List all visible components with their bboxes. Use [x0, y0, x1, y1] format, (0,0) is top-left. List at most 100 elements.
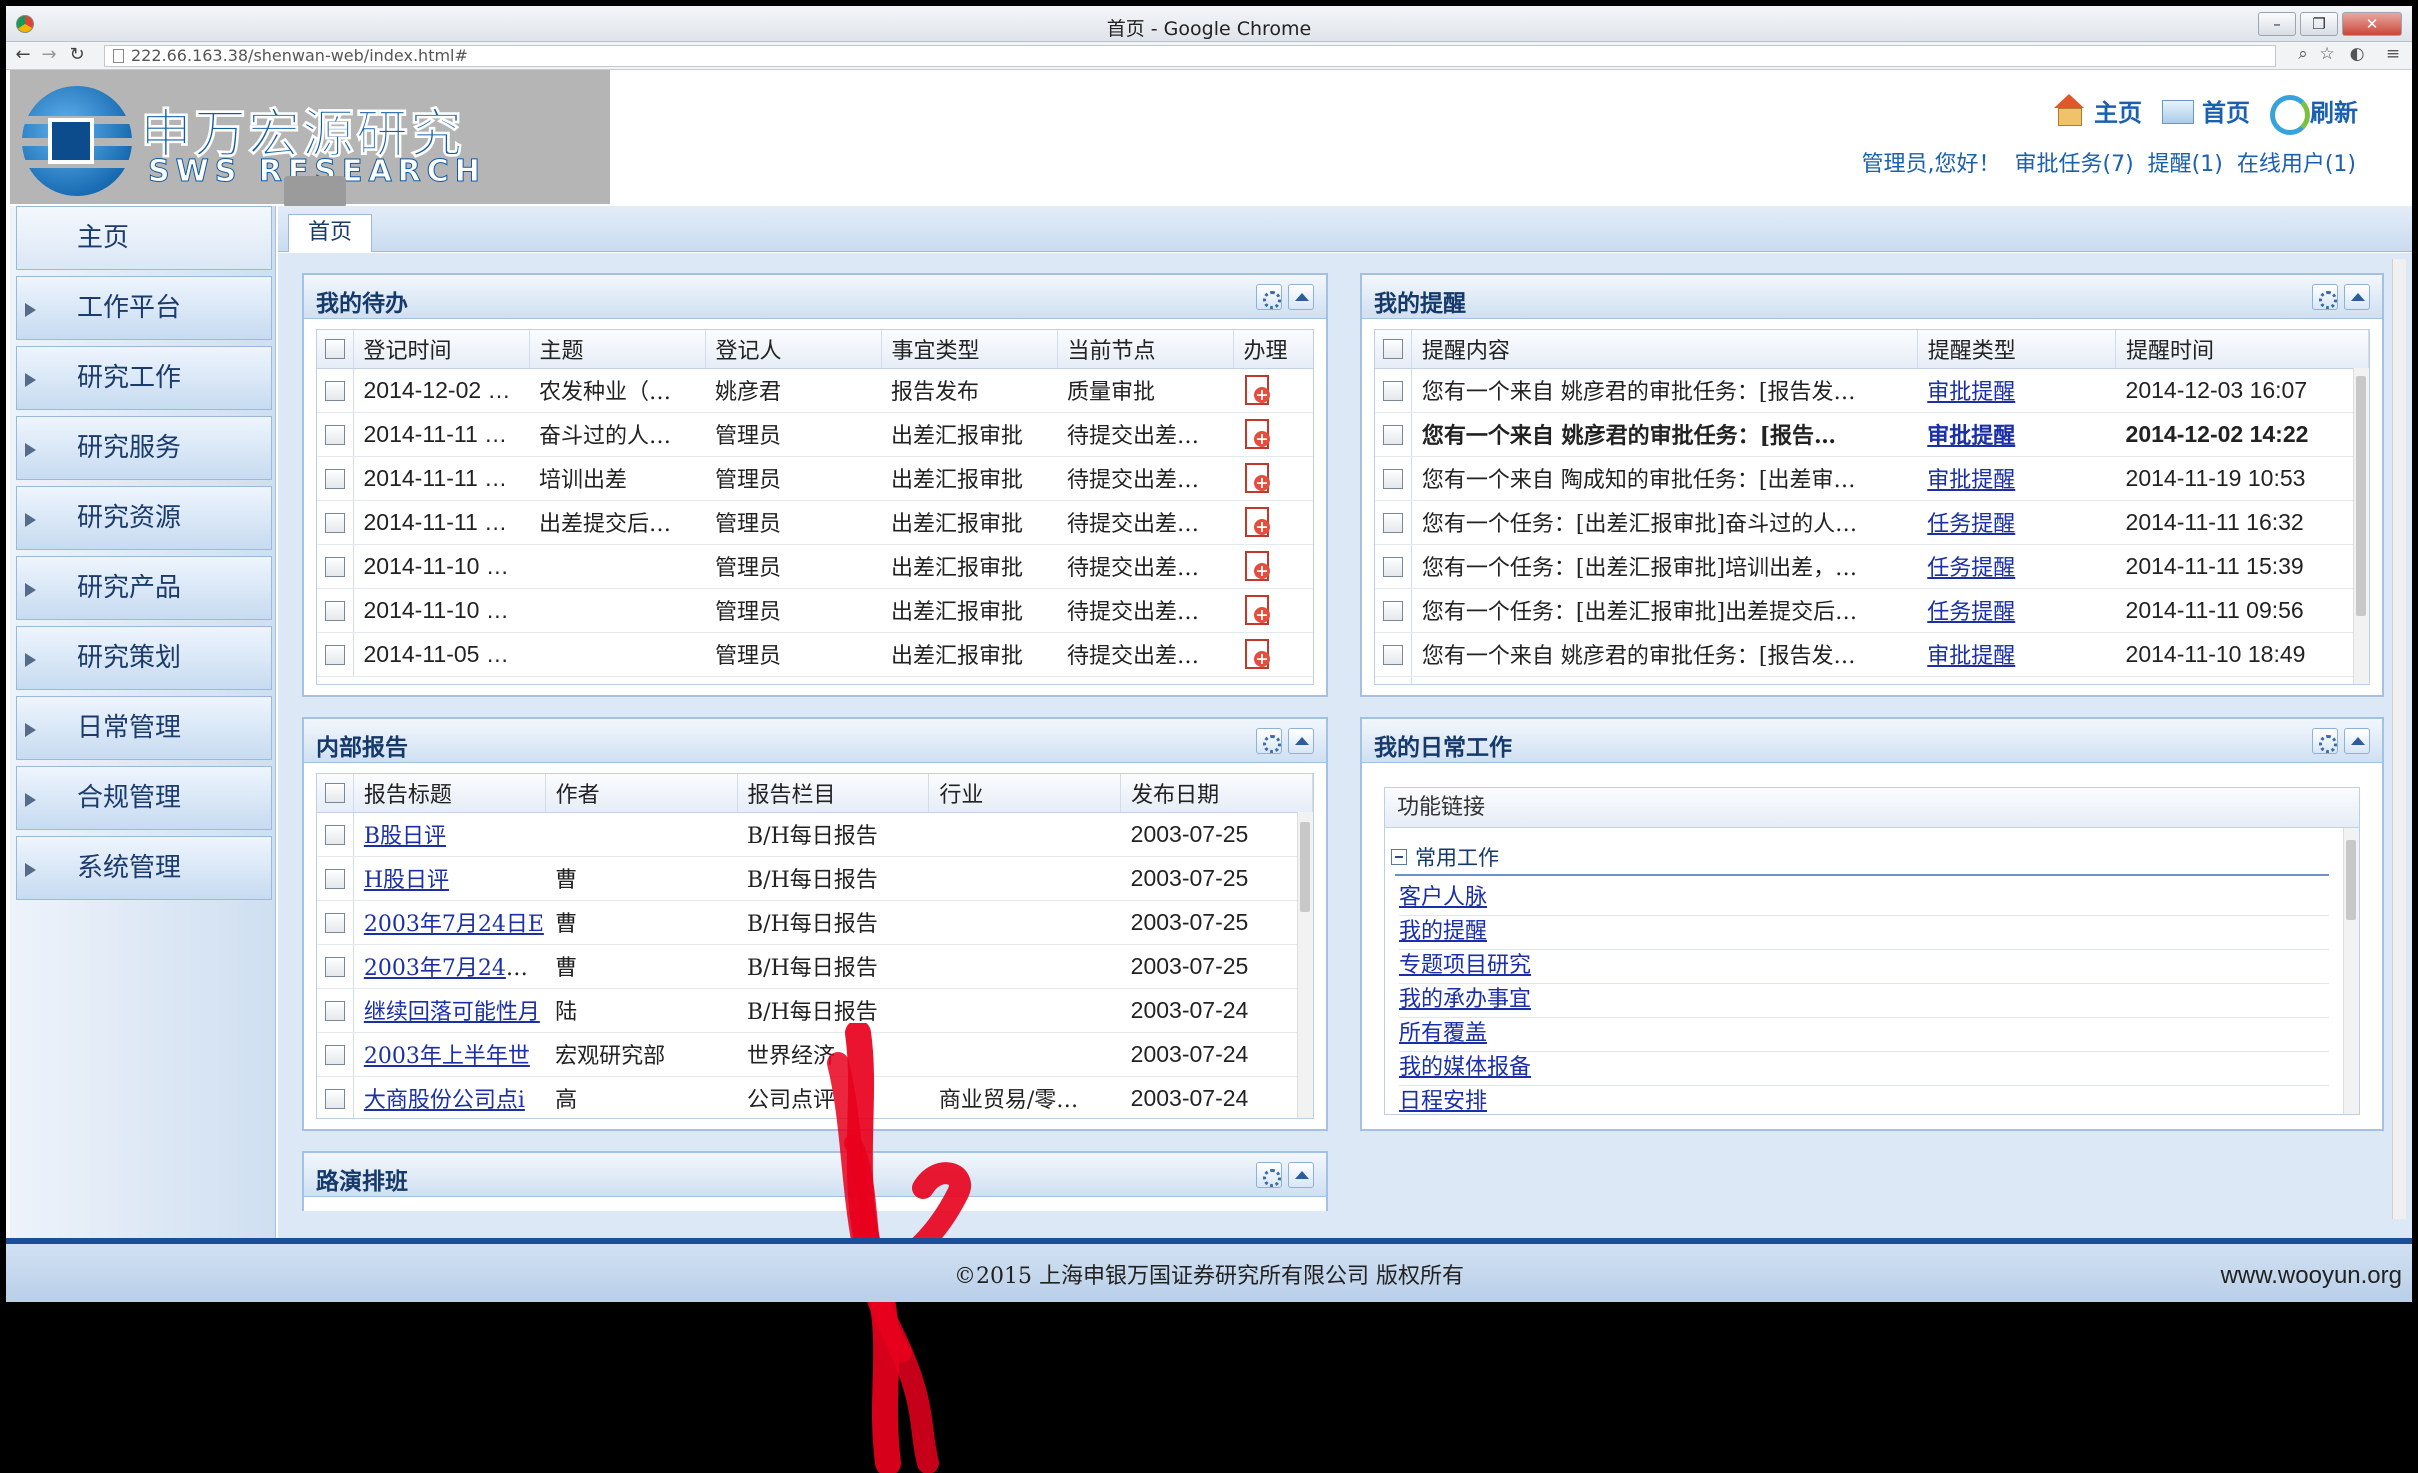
- sidebar-item-research-planning[interactable]: 研究策划: [16, 626, 272, 690]
- row-checkbox[interactable]: [317, 812, 354, 857]
- table-row[interactable]: 您有一个来自 姚彦君的审批任务：[报告发… 审批提醒 2014-12-03 16:0…: [1375, 368, 2369, 413]
- handle-document-icon[interactable]: [1243, 507, 1271, 537]
- row-checkbox[interactable]: [317, 856, 354, 901]
- checkbox[interactable]: [324, 956, 345, 977]
- table-row[interactable]: 您有一个来自 姚彦君的审批任务：[报告发…审批提醒2014-11-10 18:3…: [1375, 676, 2369, 684]
- firstpage-link[interactable]: 首页: [2160, 93, 2250, 128]
- row-checkbox[interactable]: [317, 544, 354, 589]
- column-header[interactable]: 提醒类型: [1917, 330, 2117, 369]
- table-row[interactable]: 2003年7月24日H 曹 B/H每日报告 2003-07-25: [317, 944, 1313, 989]
- reload-icon[interactable]: ↻: [66, 44, 88, 65]
- reminder-type-link[interactable]: 审批提醒: [1927, 380, 2015, 405]
- collapse-icon[interactable]: [1288, 728, 1314, 754]
- checkbox[interactable]: [324, 912, 345, 933]
- table-row[interactable]: 2014-11-11 … 出差提交后… 管理员 出差汇报审批 待提交出差…: [317, 500, 1313, 545]
- table-row[interactable]: 2014-11-11 … 奋斗过的人… 管理员 出差汇报审批 待提交出差…: [317, 412, 1313, 457]
- column-header[interactable]: 提醒内容: [1411, 330, 1918, 369]
- function-link[interactable]: 客户人脉: [1399, 885, 1487, 910]
- row-checkbox[interactable]: [317, 944, 354, 989]
- checkbox[interactable]: [1382, 425, 1403, 445]
- function-link[interactable]: 我的媒体报备: [1399, 1055, 1531, 1080]
- sidebar-item-compliance[interactable]: 合规管理: [16, 766, 272, 830]
- row-checkbox[interactable]: [317, 456, 354, 501]
- sidebar-item-system[interactable]: 系统管理: [16, 836, 272, 900]
- report-title-link[interactable]: 2003年7月24日E: [364, 912, 544, 937]
- row-checkbox[interactable]: [1375, 412, 1412, 457]
- checkbox[interactable]: [324, 1044, 345, 1065]
- scrollbar[interactable]: [2343, 828, 2359, 1114]
- handle-document-icon[interactable]: [1243, 419, 1271, 449]
- checkbox[interactable]: [324, 468, 345, 489]
- reminder-type-link[interactable]: 审批提醒: [1927, 423, 2015, 449]
- column-header[interactable]: 提醒时间: [2115, 330, 2369, 369]
- checkbox[interactable]: [1382, 380, 1403, 401]
- collapse-icon[interactable]: [1288, 1162, 1314, 1188]
- gear-icon[interactable]: [2312, 728, 2338, 754]
- gear-icon[interactable]: [1256, 284, 1282, 310]
- table-row[interactable]: H股日评 曹 B/H每日报告 2003-07-25: [317, 856, 1313, 901]
- reminder-type-link[interactable]: 任务提醒: [1927, 600, 2015, 625]
- handle-document-icon[interactable]: [1243, 551, 1271, 581]
- sidebar-item-research-service[interactable]: 研究服务: [16, 416, 272, 480]
- address-bar[interactable]: 222.66.163.38/shenwan-web/index.html#: [104, 45, 2276, 67]
- menu-icon[interactable]: ≡: [2382, 44, 2404, 64]
- report-title-link[interactable]: 2003年7月24日H: [364, 956, 545, 981]
- table-row[interactable]: 您有一个来自 姚彦君的审批任务：[报告发… 审批提醒 2014-11-10 18:4…: [1375, 632, 2369, 677]
- checkbox[interactable]: [324, 380, 345, 401]
- row-checkbox[interactable]: [1375, 456, 1412, 501]
- table-row[interactable]: 2014-11-10 … 管理员 出差汇报审批 待提交出差…: [317, 544, 1313, 589]
- column-header[interactable]: 报告标题: [353, 774, 546, 813]
- table-row[interactable]: 您有一个任务：[出差汇报审批]奋斗过的人… 任务提醒 2014-11-11 16:3…: [1375, 500, 2369, 545]
- checkbox[interactable]: [324, 868, 345, 889]
- select-all-checkbox[interactable]: [317, 330, 354, 369]
- table-row[interactable]: 您有一个任务：[出差汇报审批]出差提交后… 任务提醒 2014-11-11 09:5…: [1375, 588, 2369, 633]
- checkbox[interactable]: [324, 512, 345, 533]
- collapse-minus-icon[interactable]: [1391, 849, 1407, 865]
- function-link[interactable]: 我的承办事宜: [1399, 987, 1531, 1012]
- gear-icon[interactable]: [1256, 728, 1282, 754]
- reminder-type-link[interactable]: 任务提醒: [1927, 512, 2015, 537]
- table-row[interactable]: 2014-11-11 … 培训出差 管理员 出差汇报审批 待提交出差…: [317, 456, 1313, 501]
- zoom-icon[interactable]: ⌕: [2292, 44, 2314, 64]
- handle-document-icon[interactable]: [1243, 375, 1271, 405]
- row-checkbox[interactable]: [317, 368, 354, 413]
- approve-tasks-link[interactable]: 审批任务(7): [2014, 146, 2133, 178]
- page-scrollbar[interactable]: [2392, 259, 2406, 1219]
- home-link[interactable]: 主页: [2052, 93, 2142, 128]
- table-row[interactable]: 2003年7月24日E 曹 B/H每日报告 2003-07-25: [317, 900, 1313, 945]
- column-header[interactable]: 报告栏目: [737, 774, 930, 813]
- row-checkbox[interactable]: [1375, 368, 1412, 413]
- row-checkbox[interactable]: [317, 500, 354, 545]
- sidebar-item-research-work[interactable]: 研究工作: [16, 346, 272, 410]
- column-header[interactable]: 作者: [545, 774, 738, 813]
- row-checkbox[interactable]: [317, 1076, 354, 1118]
- logo[interactable]: 申万宏源研究 SWS RESEARCH: [10, 70, 610, 208]
- report-title-link[interactable]: 继续回落可能性月: [364, 1000, 540, 1025]
- checkbox[interactable]: [324, 556, 345, 577]
- table-row[interactable]: 您有一个任务：[出差汇报审批]培训出差，… 任务提醒 2014-11-11 15:3…: [1375, 544, 2369, 589]
- minimize-button[interactable]: –: [2258, 12, 2296, 36]
- row-checkbox[interactable]: [317, 988, 354, 1033]
- table-row[interactable]: 大商股份公司点i 高公司点评 商业贸易/零… 2003-07-24: [317, 1076, 1313, 1118]
- sidebar-item-home[interactable]: 主页: [16, 206, 272, 270]
- refresh-link[interactable]: 刷新: [2268, 93, 2358, 135]
- bookmark-star-icon[interactable]: ☆: [2316, 44, 2338, 64]
- table-row[interactable]: 2014-11-10 … 管理员 出差汇报审批 待提交出差…: [317, 588, 1313, 633]
- column-header[interactable]: 行业: [928, 774, 1122, 813]
- column-header[interactable]: 办理: [1233, 330, 1313, 369]
- row-checkbox[interactable]: [1375, 544, 1412, 589]
- row-checkbox[interactable]: [317, 412, 354, 457]
- row-checkbox[interactable]: [317, 1032, 354, 1077]
- checkbox[interactable]: [1382, 512, 1403, 533]
- column-header[interactable]: 当前节点: [1057, 330, 1234, 369]
- column-header[interactable]: 登记人: [705, 330, 882, 369]
- table-row[interactable]: 2014-11-05 … 管理员 出差汇报审批 待提交出差…: [317, 632, 1313, 677]
- table-row[interactable]: 您有一个来自 姚彦君的审批任务：[报告… 审批提醒 2014-12-02 14:22: [1375, 412, 2369, 457]
- table-row[interactable]: 2014-12-02 … 农发种业（… 姚彦君 报告发布 质量审批: [317, 368, 1313, 413]
- reminder-type-link[interactable]: 任务提醒: [1927, 556, 2015, 581]
- column-header[interactable]: 发布日期: [1120, 774, 1313, 813]
- checkbox[interactable]: [324, 824, 345, 845]
- checkbox[interactable]: [1382, 644, 1403, 665]
- table-row[interactable]: B股日评 B/H每日报告 2003-07-25: [317, 812, 1313, 857]
- column-header[interactable]: 主题: [529, 330, 706, 369]
